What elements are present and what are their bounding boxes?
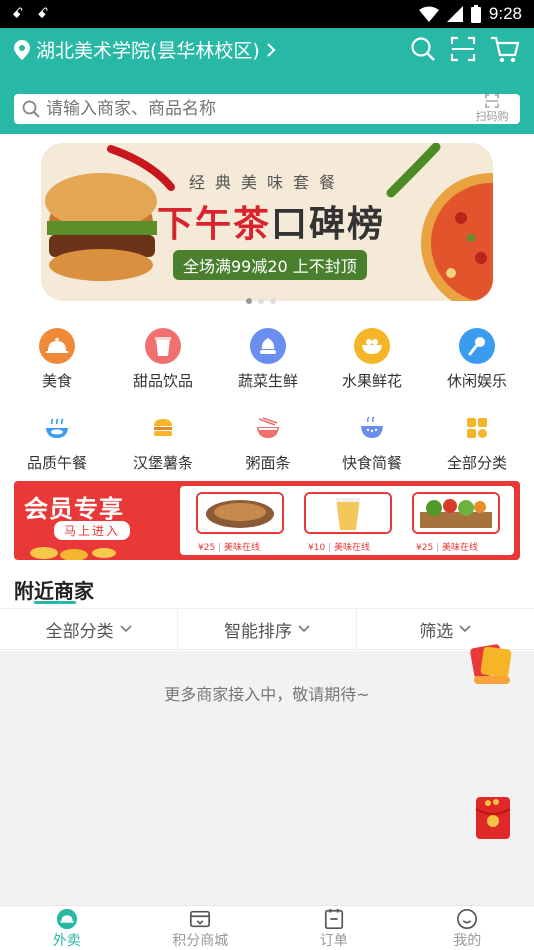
carousel-indicator [246,298,276,304]
notification-icon: ꗃ [12,6,24,22]
takeout-icon [56,908,77,930]
noodle-bowl-icon [250,410,286,446]
banner-subtitle: 经典美味套餐 [188,173,345,192]
cart-icon[interactable] [490,36,520,64]
chevron-down-icon [298,625,310,633]
rice-bowl-icon [354,410,390,446]
product-price: ¥10 | 美味在线 [308,543,370,553]
order-icon [324,908,343,929]
category-meishi[interactable]: 美食 [4,328,110,391]
burger-icon [145,410,181,446]
merchant-list-area: 更多商家接入中，敬请期待~ [0,651,534,905]
drink-cup-icon [145,328,181,364]
empty-state-text: 更多商家接入中，敬请期待~ [164,685,370,704]
banner-promo: 全场满99减20 上不封顶 [173,250,367,280]
search-icon [22,100,40,118]
battery-icon [470,5,481,23]
points-mall-icon [190,910,211,928]
all-categories-icon [459,410,495,446]
category-label: 粥面条 [245,454,291,472]
red-envelope-icon [475,797,511,839]
bottom-tab-bar: 外卖 积分商城 订单 我的 [0,905,534,950]
product-vegetable-image[interactable] [412,492,500,534]
filter-smart-sort[interactable]: 智能排序 [178,609,357,649]
member-title: 会员专享 [24,495,124,523]
filter-all-categories[interactable]: 全部分类 [0,609,179,649]
coin-stack-art [30,547,116,560]
promo-banner[interactable]: 经典美味套餐 下午茶口碑榜 全场满99减20 上不封顶 [41,143,493,301]
tab-orders[interactable]: 订单 [267,906,401,950]
tab-label: 我的 [453,933,482,949]
category-label: 蔬菜生鲜 [237,372,298,390]
scan-icon [485,94,499,108]
category-label: 美食 [41,372,72,390]
product-soup-image[interactable] [196,492,284,534]
category-tianpin[interactable]: 甜品饮品 [110,328,216,391]
tab-profile[interactable]: 我的 [401,906,534,950]
food-cover-icon [39,328,75,364]
member-products: ¥25 | 美味在线 ¥10 | 美味在线 ¥25 | 美味在线 [180,486,514,555]
product-drink-image[interactable] [304,492,392,534]
product-price: ¥25 | 美味在线 [416,543,478,553]
scan-buy-button[interactable]: 扫码购 [472,94,512,124]
lunch-icon [39,410,75,446]
nearby-merchants-title: 附近商家 [14,579,94,603]
profile-icon [457,909,478,929]
location-name: 湖北美术学院(昙华林校区) [36,40,260,62]
signal-icon [446,6,463,22]
tab-label: 外卖 [52,933,81,949]
category-label: 快食简餐 [341,454,402,472]
category-label: 水果鲜花 [341,372,402,390]
scan-icon[interactable] [450,36,476,62]
chevron-down-icon [459,625,471,633]
category-label: 品质午餐 [26,454,87,472]
tab-takeout[interactable]: 外卖 [0,906,134,950]
category-hanbao[interactable]: 汉堡薯条 [110,410,216,473]
member-exclusive-banner[interactable]: 会员专享 马上进入 ¥25 | 美味在线 ¥10 | 美味在线 ¥25 | 美味… [14,481,520,560]
wifi-icon [418,6,439,22]
app-header: 湖北美术学院(昙华林校区) 扫码购 [0,28,534,134]
category-label: 休闲娱乐 [446,372,507,390]
grab-red-packet-button[interactable] [474,795,512,841]
chevron-down-icon [120,625,132,633]
tab-label: 订单 [319,933,348,949]
search-input[interactable] [46,99,520,119]
red-packet-float-button[interactable] [468,640,514,686]
filter-bar: 全部分类 智能排序 筛选 [0,608,534,650]
notification-icon: ꗃ [37,6,49,22]
category-zhoumian[interactable]: 粥面条 [215,410,321,473]
microphone-icon [459,328,495,364]
category-label: 汉堡薯条 [132,454,193,472]
tab-label: 积分商城 [172,933,229,949]
vegetable-icon [250,328,286,364]
status-bar: ꗃ ꗃ 9:28 [0,0,534,28]
category-label: 甜品饮品 [132,372,193,390]
banner-title: 下午茶口碑榜 [157,204,386,245]
category-shuiguo[interactable]: 水果鲜花 [319,328,425,391]
tab-points-mall[interactable]: 积分商城 [134,906,268,950]
scan-buy-label: 扫码购 [475,110,509,123]
search-icon[interactable] [410,36,436,62]
location-selector[interactable]: 湖北美术学院(昙华林校区) [14,36,276,63]
category-label: 全部分类 [446,454,507,472]
red-packet-icon [470,644,512,684]
status-time: 9:28 [488,4,522,23]
category-shucai[interactable]: 蔬菜生鲜 [215,328,321,391]
location-pin-icon [14,39,30,60]
title-underline [34,601,76,604]
category-xiuxian[interactable]: 休闲娱乐 [424,328,530,391]
member-enter-button[interactable]: 马上进入 [54,521,131,540]
category-kuaishi[interactable]: 快食简餐 [319,410,425,473]
category-pinzhi[interactable]: 品质午餐 [4,410,110,473]
product-price: ¥25 | 美味在线 [198,543,260,553]
search-bar[interactable]: 扫码购 [14,94,520,124]
category-quanbu[interactable]: 全部分类 [424,410,530,473]
chevron-right-icon [267,42,276,57]
fruit-bowl-icon [354,328,390,364]
